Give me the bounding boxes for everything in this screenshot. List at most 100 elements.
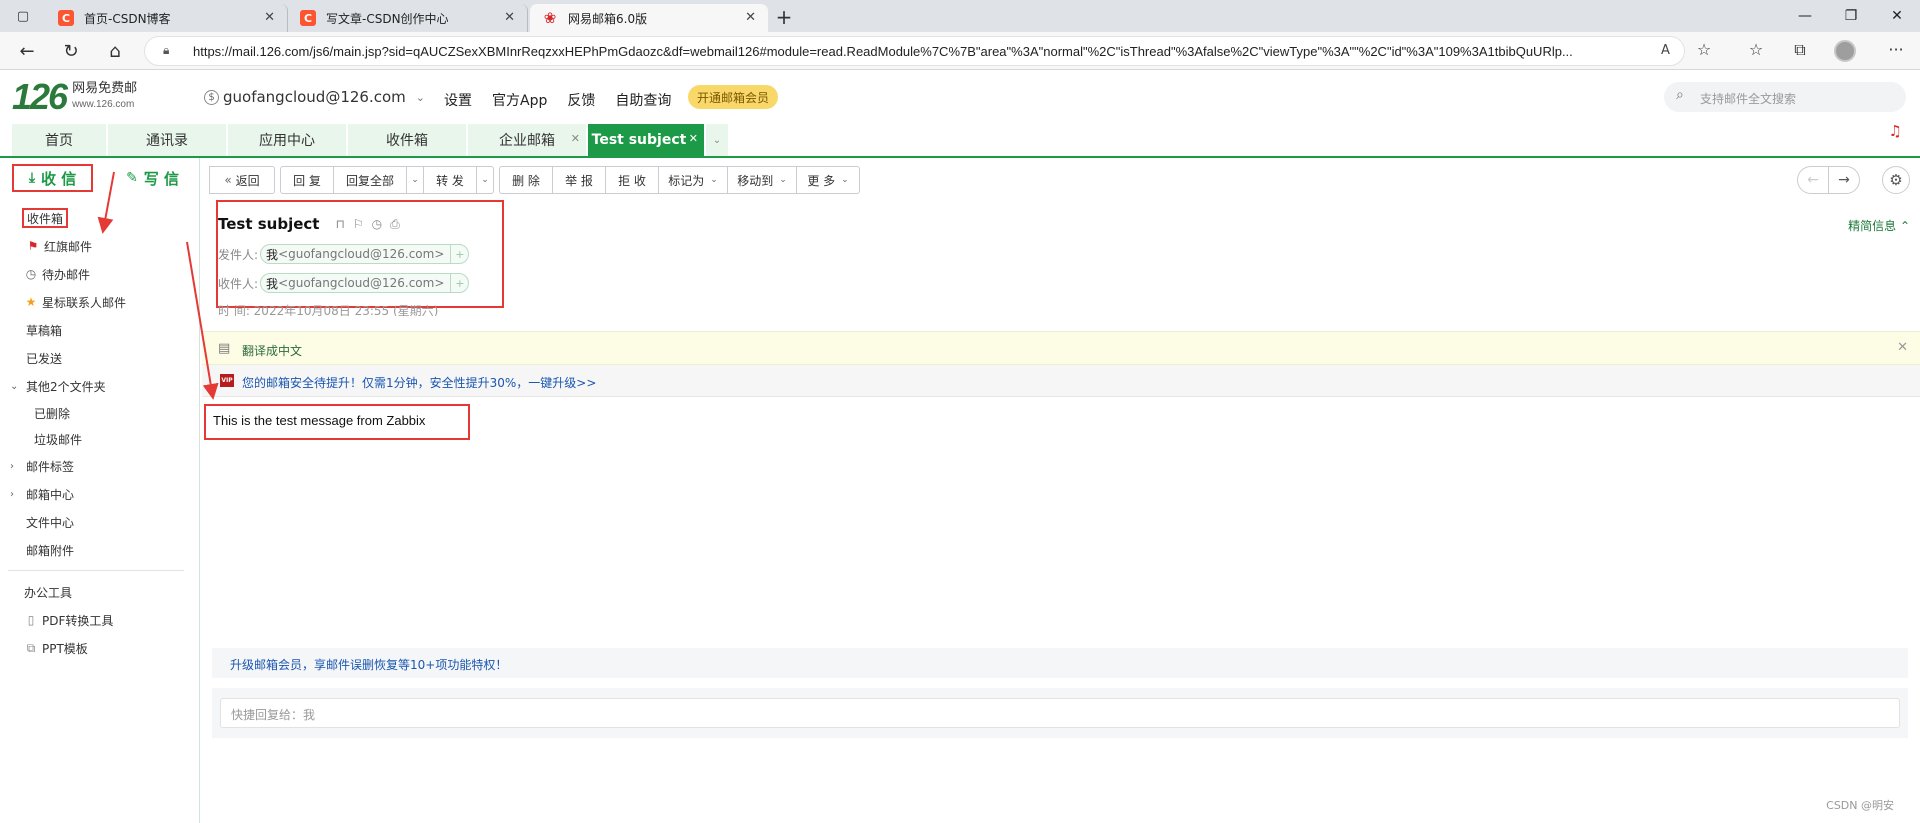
sidebar-item-spam[interactable]: 垃圾邮件 [0, 426, 200, 452]
gear-icon[interactable]: ⚙ [1882, 166, 1910, 194]
account-switcher[interactable]: $ guofangcloud@126.com ⌄ [204, 88, 425, 106]
tab-enterprise-mail[interactable]: 企业邮箱 ✕ [468, 124, 588, 156]
flag-icon[interactable]: ⚐ [353, 217, 372, 231]
write-mail-button[interactable]: ✎ 写 信 [105, 164, 200, 192]
back-label: 返回 [235, 173, 260, 188]
new-tab-button[interactable]: + [770, 4, 798, 30]
sidebar-item-ppt-template[interactable]: ⧉ PPT模板 [0, 634, 200, 662]
tab-test-subject[interactable]: Test subject ✕ [588, 124, 706, 156]
profile-avatar[interactable] [1834, 40, 1856, 62]
sidebar-item-office-tools[interactable]: 办公工具 [0, 578, 200, 606]
tab-home[interactable]: 首页 [12, 124, 108, 156]
red-flag-icon: ⚑ [27, 239, 39, 253]
close-icon[interactable]: ✕ [1897, 340, 1908, 355]
translate-link[interactable]: 翻译成中文 [242, 342, 302, 359]
sender-chip[interactable]: 我 <guofangcloud@126.com> + [260, 244, 470, 264]
sidebar-item-labels[interactable]: › 邮件标签 [0, 452, 200, 480]
reply-all-button[interactable]: 回复全部 [333, 166, 407, 194]
sidebar-item-deleted[interactable]: 已删除 [0, 400, 200, 426]
lock-icon[interactable]: 🔒︎ [163, 43, 169, 58]
sidebar-item-drafts[interactable]: 草稿箱 [0, 316, 200, 344]
chevron-down-icon: ⌄ [779, 175, 787, 185]
self-service-link[interactable]: 自助查询 [615, 90, 671, 110]
close-tab-icon[interactable]: ✕ [264, 10, 275, 25]
mail-search[interactable]: ⌕ 支持邮件全文搜索 [1664, 82, 1906, 112]
sidebar: ⤓ 收 信 ✎ 写 信 收件箱 ⚑ 红旗邮件 ◷ 待办邮件 ★ 星标联系人邮件 … [0, 158, 200, 823]
recipient-chip[interactable]: 我 <guofangcloud@126.com> + [260, 273, 470, 293]
tab-app-center[interactable]: 应用中心 [228, 124, 348, 156]
mail-logo[interactable]: 126 网易免费邮 www.126.com [12, 79, 137, 115]
url-text[interactable]: https://mail.126.com/js6/main.jsp?sid=qA… [193, 44, 1583, 59]
sidebar-item-todo[interactable]: ◷ 待办邮件 [0, 260, 200, 288]
close-tab-icon[interactable]: ✕ [504, 10, 515, 25]
sidebar-item-other-folders[interactable]: ⌄ 其他2个文件夹 [0, 372, 200, 400]
delete-button[interactable]: 删 除 [499, 166, 553, 194]
sidebar-item-attachments[interactable]: 邮箱附件 [0, 536, 200, 564]
back-arrow-icon[interactable]: ← [12, 37, 42, 65]
move-to-dropdown[interactable]: 移动到 ⌄ [727, 166, 797, 194]
add-contact-icon[interactable]: + [450, 245, 468, 263]
restore-icon[interactable]: ❐ [1828, 0, 1874, 32]
double-chevron-left-icon: « [224, 173, 232, 187]
add-contact-icon[interactable]: + [450, 274, 468, 292]
tab-inbox[interactable]: 收件箱 [348, 124, 468, 156]
back-button[interactable]: « 返回 [209, 166, 275, 194]
next-mail-arrow-icon[interactable]: → [1828, 166, 1860, 194]
browser-tab-csdn-write[interactable]: C 写文章-CSDN创作中心 ✕ [288, 4, 528, 32]
reject-button[interactable]: 拒 收 [605, 166, 659, 194]
vip-button[interactable]: 开通邮箱会员 [688, 85, 779, 109]
sidebar-item-sent[interactable]: 已发送 [0, 344, 200, 372]
search-input[interactable]: 支持邮件全文搜索 [1700, 90, 1796, 107]
print-icon[interactable]: ⎙ [390, 217, 408, 231]
bookmark-icon[interactable]: ⊓ [335, 217, 352, 231]
music-note-icon[interactable]: ♫ [1889, 122, 1902, 140]
close-tab-icon[interactable]: ✕ [745, 10, 756, 25]
official-app-link[interactable]: 官方App [492, 90, 547, 110]
close-icon[interactable]: ✕ [571, 132, 580, 145]
subject-text: Test subject [218, 215, 320, 233]
sidebar-item-inbox[interactable]: 收件箱 [0, 204, 200, 232]
star-icon: ★ [25, 295, 37, 309]
receive-mail-button[interactable]: ⤓ 收 信 [12, 164, 94, 192]
address-bar[interactable]: 🔒︎ https://mail.126.com/js6/main.jsp?sid… [144, 36, 1685, 66]
previous-mail-arrow-icon[interactable]: ← [1797, 166, 1829, 194]
tab-label: 应用中心 [259, 133, 315, 149]
feedback-link[interactable]: 反馈 [567, 90, 595, 110]
sidebar-item-mail-center[interactable]: › 邮箱中心 [0, 480, 200, 508]
forward-button[interactable]: 转 发 [423, 166, 477, 194]
settings-link[interactable]: 设置 [444, 90, 472, 110]
reply-dropdown[interactable]: ⌄ [406, 166, 424, 194]
favorite-star-icon[interactable]: ☆ [1692, 40, 1716, 59]
mark-as-dropdown[interactable]: 标记为 ⌄ [658, 166, 728, 194]
sidebar-item-starred-contacts[interactable]: ★ 星标联系人邮件 [0, 288, 200, 316]
refresh-icon[interactable]: ↻ [56, 37, 86, 65]
reject-label: 拒 收 [618, 173, 646, 188]
sidebar-item-pdf-tool[interactable]: ▯ PDF转换工具 [0, 606, 200, 634]
browser-tab-csdn-home[interactable]: C 首页-CSDN博客 ✕ [46, 4, 288, 32]
quick-reply-input[interactable]: 快捷回复给：我 [220, 698, 1900, 728]
tabs-more-dropdown[interactable]: ⌄ [706, 124, 730, 156]
sender-name: 我 [266, 247, 279, 262]
sidebar-item-file-center[interactable]: 文件中心 [0, 508, 200, 536]
minimize-icon[interactable]: — [1782, 0, 1828, 32]
delete-label: 删 除 [512, 173, 540, 188]
simple-info-toggle[interactable]: 精简信息 ⌃ [1848, 217, 1910, 234]
report-button[interactable]: 举 报 [552, 166, 606, 194]
clock-icon[interactable]: ◷ [372, 217, 390, 231]
upgrade-link[interactable]: 升级邮箱会员，享邮件误删恢复等10+项功能特权！ [230, 656, 507, 673]
tab-actions-icon[interactable]: ▢ [0, 0, 46, 32]
close-icon[interactable]: ✕ [689, 132, 698, 145]
read-aloud-icon[interactable]: A [1661, 43, 1670, 58]
close-window-icon[interactable]: ✕ [1874, 0, 1920, 32]
more-menu-icon[interactable]: ··· [1884, 40, 1908, 59]
more-dropdown[interactable]: 更 多 ⌄ [796, 166, 860, 194]
favorites-list-icon[interactable]: ☆ [1744, 40, 1768, 59]
reply-button[interactable]: 回 复 [280, 166, 334, 194]
home-icon[interactable]: ⌂ [100, 37, 130, 65]
forward-dropdown[interactable]: ⌄ [476, 166, 494, 194]
browser-tab-netease-mail[interactable]: ❀ 网易邮箱6.0版 ✕ [530, 4, 768, 32]
collections-icon[interactable]: ⧉ [1788, 40, 1812, 60]
sidebar-item-flagged[interactable]: ⚑ 红旗邮件 [0, 232, 200, 260]
security-upgrade-link[interactable]: 您的邮箱安全待提升！仅需1分钟，安全性提升30%，一键升级>> [242, 374, 596, 391]
tab-contacts[interactable]: 通讯录 [108, 124, 228, 156]
